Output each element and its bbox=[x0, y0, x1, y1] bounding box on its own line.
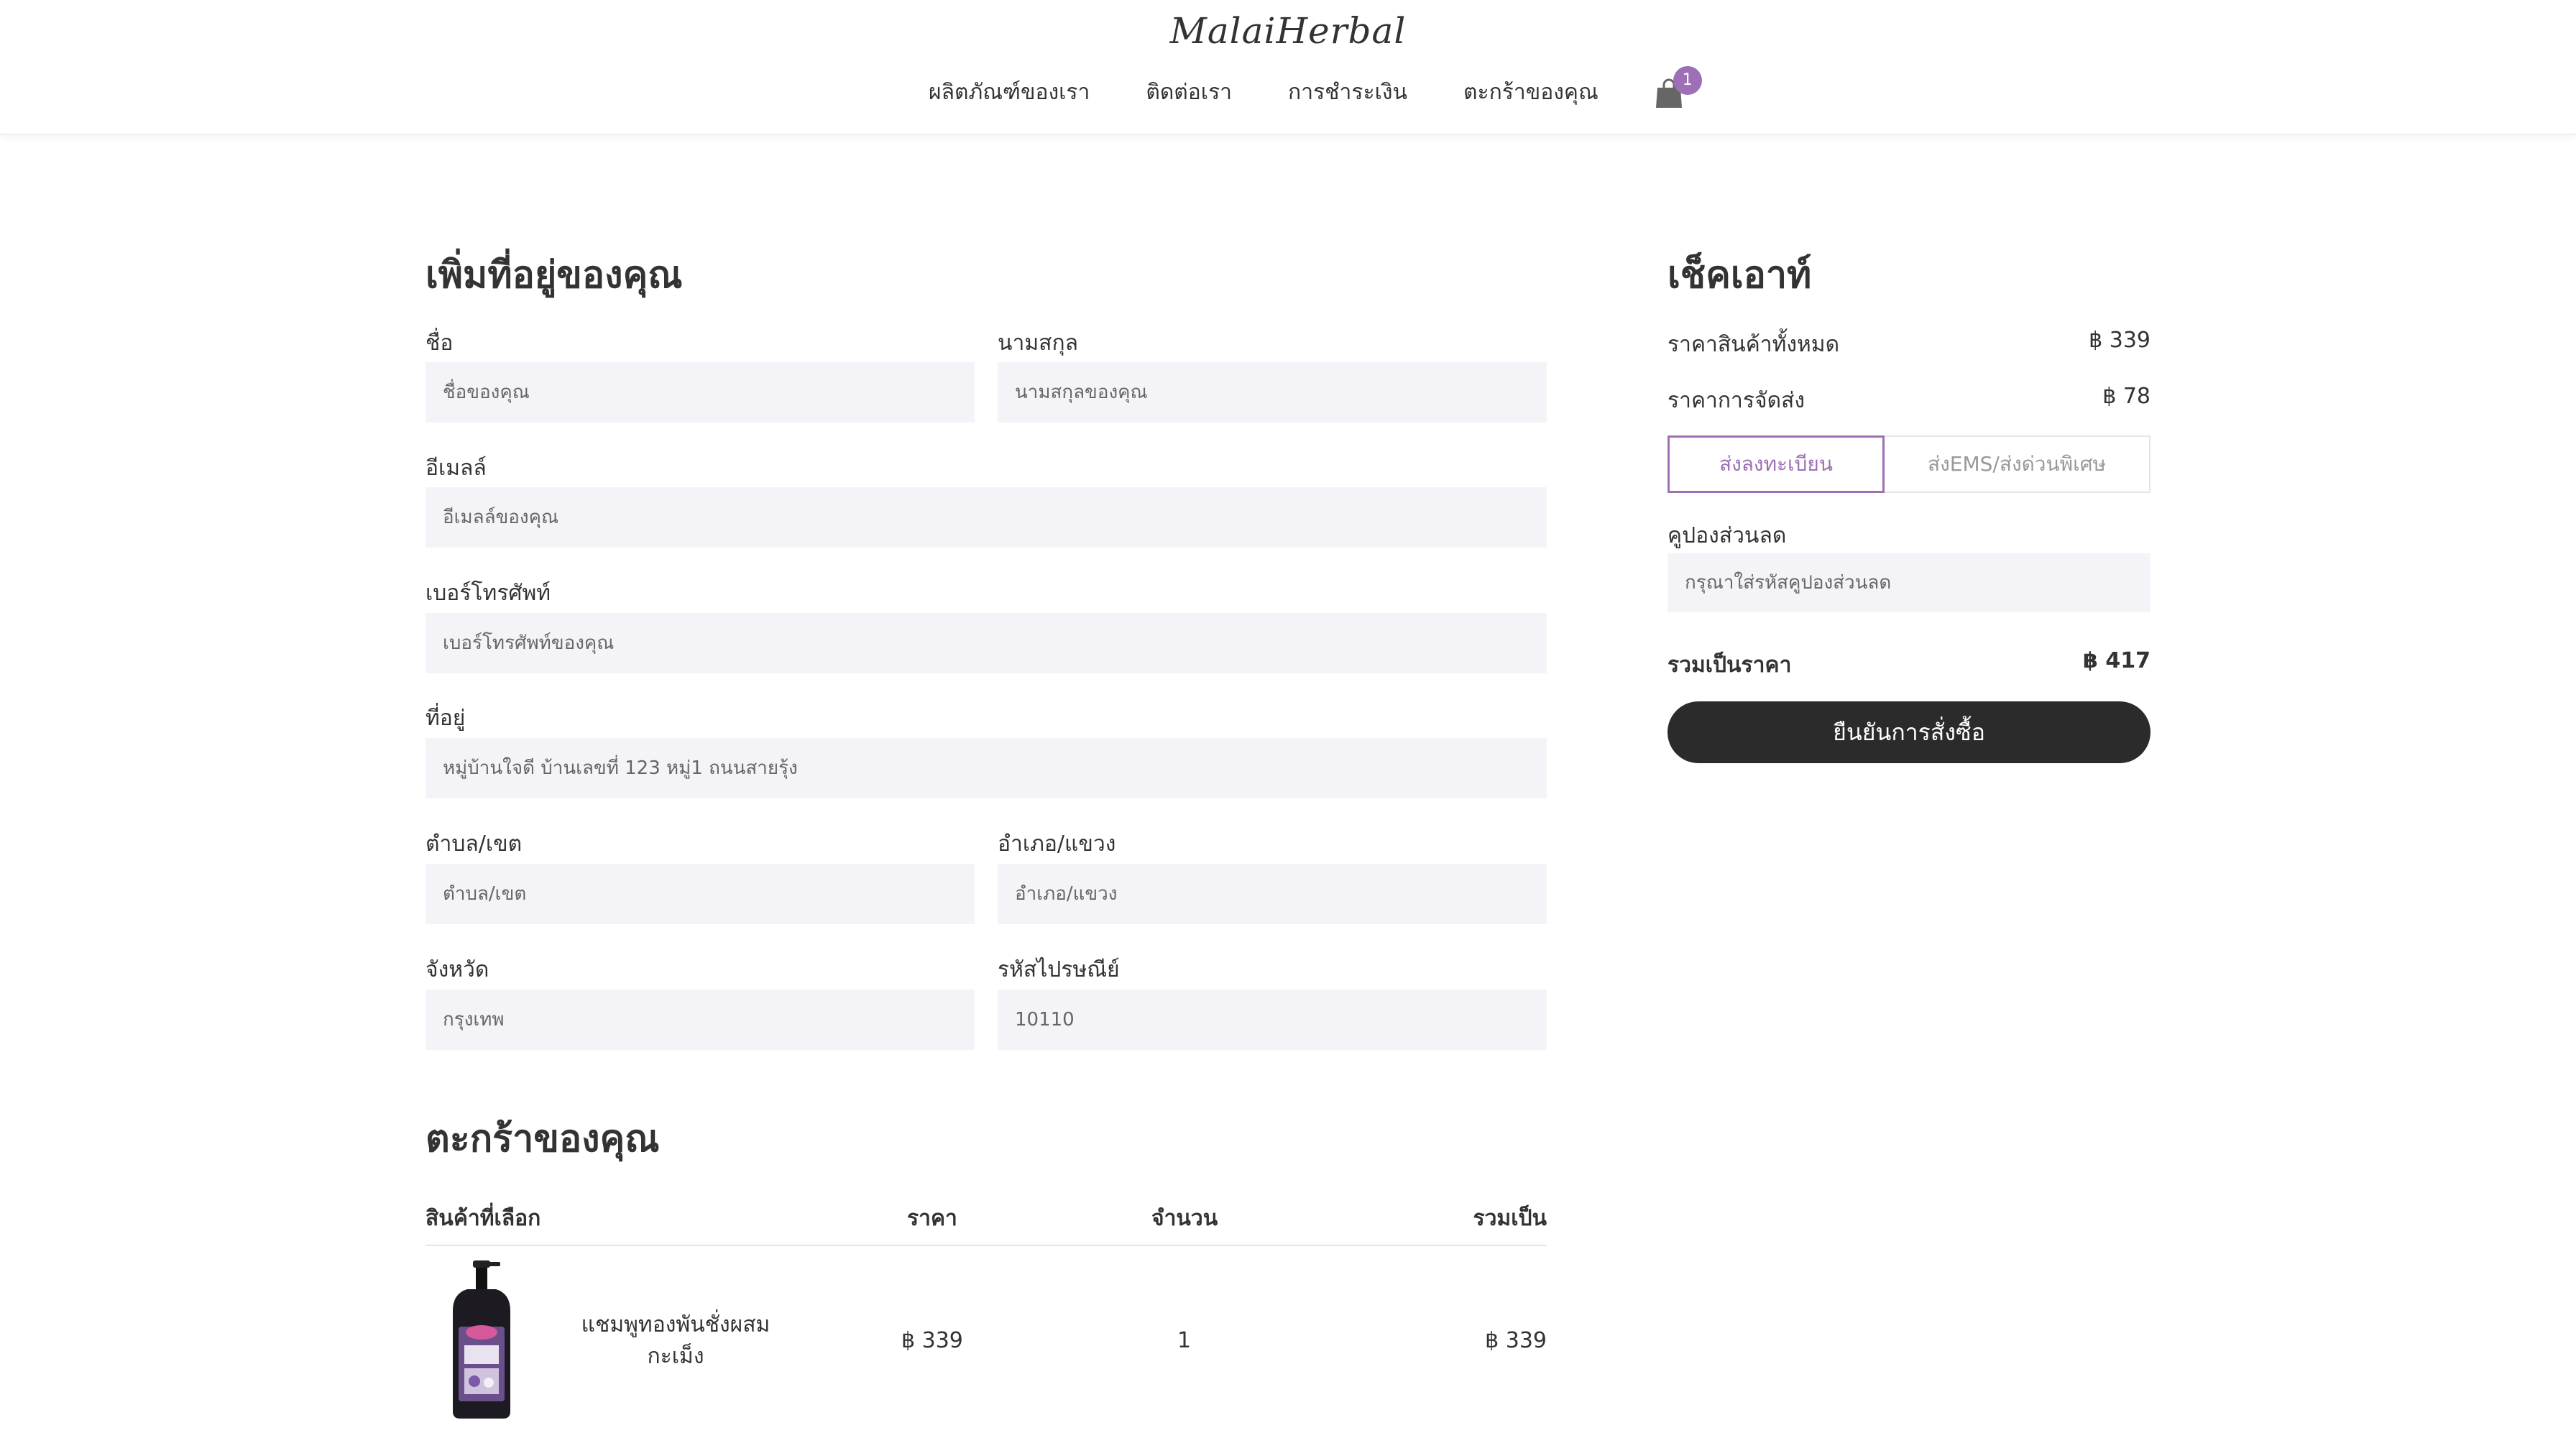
province-input[interactable] bbox=[426, 990, 975, 1050]
product-total: ฿ 339 bbox=[1485, 1328, 1547, 1353]
shipping-registered-option[interactable]: ส่งลงทะเบียน bbox=[1668, 435, 1885, 493]
subdistrict-label: ตำบล/เขต bbox=[426, 831, 523, 857]
district-input[interactable] bbox=[998, 864, 1547, 924]
product-quantity: 1 bbox=[1177, 1328, 1192, 1353]
postal-code-input[interactable] bbox=[998, 990, 1547, 1050]
email-input[interactable] bbox=[426, 487, 1547, 548]
product-price: ฿ 339 bbox=[901, 1328, 963, 1353]
subdistrict-input[interactable] bbox=[426, 864, 975, 924]
table-divider bbox=[426, 1245, 1547, 1246]
shipping-label: ราคาการจัดส่ง bbox=[1668, 388, 1806, 413]
phone-label: เบอร์โทรศัพท์ bbox=[426, 581, 551, 606]
cart-button[interactable]: 1 bbox=[1655, 66, 1702, 109]
shipping-ems-option[interactable]: ส่งEMS/ส่งด่วนพิเศษ bbox=[1885, 435, 2150, 493]
nav-cart[interactable]: ตะกร้าของคุณ bbox=[1463, 75, 1598, 109]
coupon-input[interactable] bbox=[1668, 553, 2150, 612]
first-name-label: ชื่อ bbox=[426, 331, 454, 356]
subtotal-label: ราคาสินค้าทั้งหมด bbox=[1668, 332, 1840, 357]
confirm-order-button[interactable]: ยืนยันการสั่งซื้อ bbox=[1668, 701, 2150, 763]
logo[interactable]: MalaiHerbal bbox=[0, 10, 2576, 52]
phone-input[interactable] bbox=[426, 613, 1547, 673]
col-total: รวมเป็น bbox=[1473, 1206, 1547, 1231]
nav-contact[interactable]: ติดต่อเรา bbox=[1146, 75, 1232, 109]
col-quantity: จำนวน bbox=[1151, 1206, 1218, 1231]
last-name-label: นามสกุล bbox=[998, 331, 1078, 356]
checkout-title: เช็คเอาท์ bbox=[1668, 254, 1812, 297]
province-label: จังหวัด bbox=[426, 957, 489, 982]
email-label: อีเมลล์ bbox=[426, 456, 487, 481]
total-label: รวมเป็นราคา bbox=[1668, 653, 1792, 678]
last-name-input[interactable] bbox=[998, 362, 1547, 423]
col-product: สินค้าที่เลือก bbox=[426, 1206, 541, 1231]
nav-payment[interactable]: การชำระเงิน bbox=[1288, 75, 1407, 109]
shipping-value: ฿ 78 bbox=[2102, 384, 2150, 409]
total-value: ฿ 417 bbox=[2083, 648, 2150, 673]
coupon-label: คูปองส่วนลด bbox=[1668, 523, 1787, 548]
address-input[interactable] bbox=[426, 738, 1547, 798]
subtotal-value: ฿ 339 bbox=[2089, 328, 2150, 353]
site-header: MalaiHerbal ผลิตภัณฑ์ของเรา ติดต่อเรา กา… bbox=[0, 0, 2576, 135]
product-image[interactable] bbox=[446, 1258, 518, 1421]
postal-code-label: รหัสไปรษณีย์ bbox=[998, 957, 1120, 982]
product-name: แชมพูทองพันชั่งผสมกะเม็ง bbox=[581, 1312, 770, 1369]
col-price: ราคา bbox=[907, 1206, 957, 1231]
cart-count-badge: 1 bbox=[1673, 66, 1702, 95]
shipping-method-toggle: ส่งลงทะเบียน ส่งEMS/ส่งด่วนพิเศษ bbox=[1668, 435, 2150, 493]
district-label: อำเภอ/แขวง bbox=[998, 831, 1116, 857]
main-nav: ผลิตภัณฑ์ของเรา ติดต่อเรา การชำระเงิน ตะ… bbox=[929, 66, 1702, 109]
address-label: ที่อยู่ bbox=[426, 706, 466, 731]
first-name-input[interactable] bbox=[426, 362, 975, 423]
address-form-title: เพิ่มที่อยู่ของคุณ bbox=[426, 254, 683, 297]
cart-title: ตะกร้าของคุณ bbox=[426, 1117, 660, 1161]
nav-products[interactable]: ผลิตภัณฑ์ของเรา bbox=[929, 75, 1090, 109]
